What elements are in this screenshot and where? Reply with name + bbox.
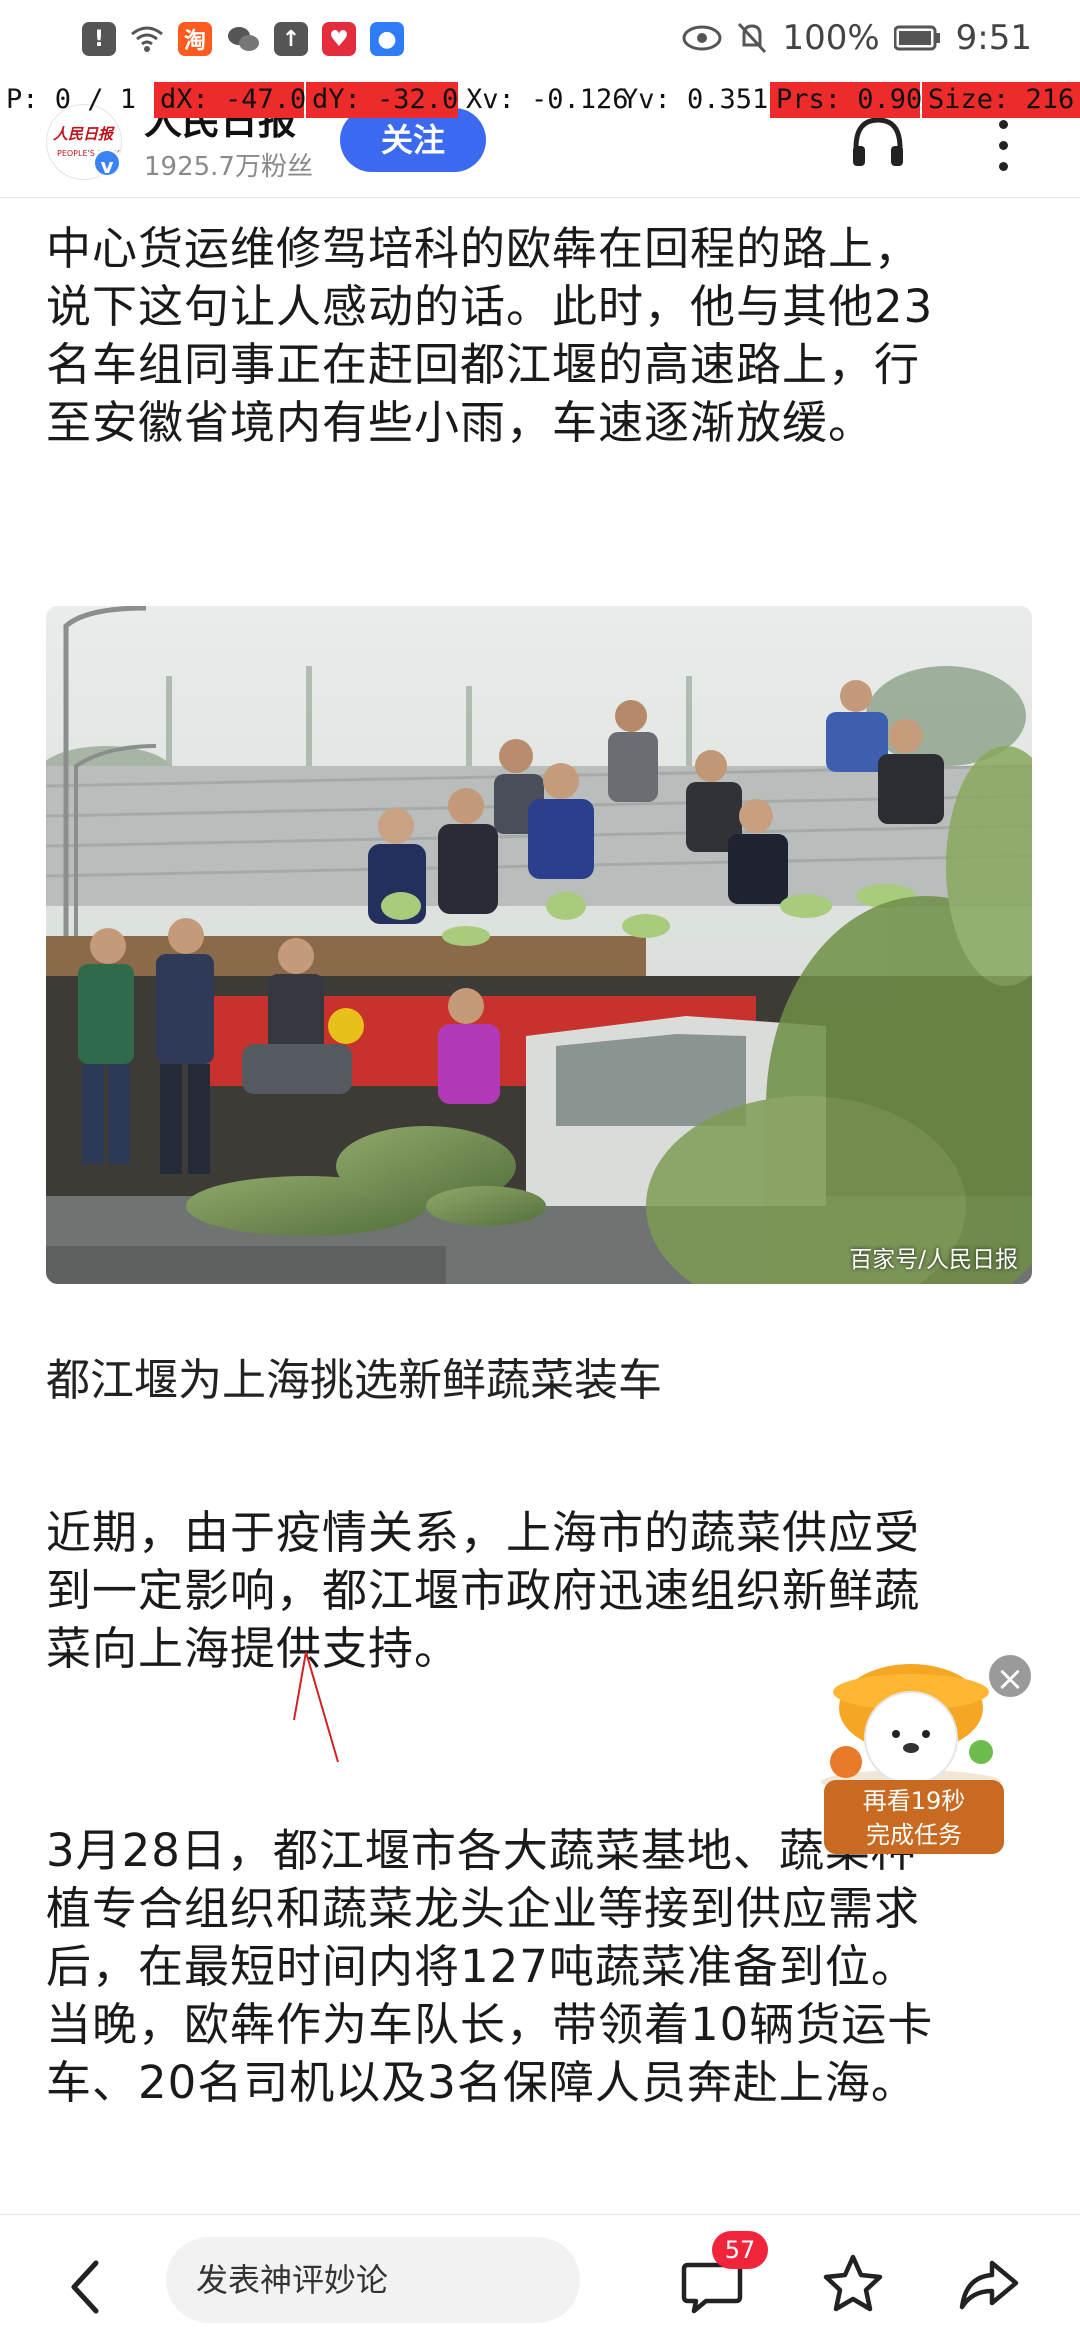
paragraph-line: 车、20名司机以及3名保障人员奔赴上海。 [46, 2056, 917, 2109]
task-countdown-line1: 再看19秒 [862, 1787, 966, 1815]
pointer-count: P: 0 / 1 [6, 84, 137, 115]
pointer-yv: Yv: 0.351 [622, 84, 769, 115]
comment-count-badge: 57 [712, 2231, 768, 2269]
article-paragraph-1: 中心货运维修驾培科的欧犇在回程的路上， 说下这句让人感动的话。此时，他与其他23… [46, 220, 1036, 452]
mute-bell-icon [738, 22, 767, 54]
article-photo[interactable]: 百家号/人民日报 [46, 606, 1032, 1284]
wifi-question-icon [130, 22, 164, 56]
headphones-icon[interactable] [848, 112, 908, 172]
upload-icon: ↑ [274, 22, 308, 56]
paragraph-line: 名车组同事正在赶回都江堰的高速路上，行 [46, 338, 921, 391]
close-task-icon[interactable]: × [986, 1652, 1034, 1700]
more-options-icon[interactable] [988, 114, 1018, 174]
photo-credit: 百家号/人民日报 [849, 1247, 1018, 1273]
wechat-icon [226, 22, 260, 56]
fan-count: 1925.7万粉丝 [144, 152, 313, 182]
verified-badge-icon: v [92, 148, 122, 178]
pointer-dy: dY: -32.0 [306, 82, 458, 118]
pointer-dx: dX: -47.0 [154, 82, 306, 118]
back-arrow-icon[interactable] [66, 2259, 106, 2315]
pointer-size: Size: 216.0 [922, 82, 1080, 118]
logo-text: 人民日报 [53, 125, 114, 143]
task-countdown-label[interactable]: 再看19秒 完成任务 [824, 1780, 1004, 1854]
paragraph-line: 到一定影响，都江堰市政府迅速组织新鲜蔬 [46, 1564, 921, 1617]
eye-icon [682, 25, 722, 51]
favorite-star-icon[interactable] [822, 2253, 884, 2313]
heart-app-icon: ♥ [322, 22, 356, 56]
notification-icons: ! 淘 ↑ ♥ ● [82, 22, 404, 56]
comment-input[interactable]: 发表神评妙论 [166, 2237, 580, 2323]
paragraph-line: 当晚，欧犇作为车队长，带领着10辆货运卡 [46, 1998, 934, 2051]
paragraph-line: 后，在最短时间内将127吨蔬菜准备到位。 [46, 1940, 917, 1993]
touch-trace [293, 1651, 339, 1763]
pointer-pressure: Prs: 0.90 [770, 82, 922, 118]
photo-caption: 都江堰为上海挑选新鲜蔬菜装车 [46, 1355, 662, 1406]
alert-icon: ! [82, 22, 116, 56]
paragraph-line: 说下这句让人感动的话。此时，他与其他23 [46, 280, 934, 333]
battery-percent: 100% [782, 18, 880, 58]
paragraph-line: 植专合组织和蔬菜龙头企业等接到供应需求 [46, 1882, 921, 1935]
system-status: 100% 9:51 [682, 18, 1032, 58]
pointer-xv: Xv: -0.126 [466, 84, 629, 115]
bulb-app-icon: ● [370, 22, 404, 56]
clock: 9:51 [955, 18, 1032, 58]
paragraph-line: 中心货运维修驾培科的欧犇在回程的路上， [46, 222, 921, 275]
battery-icon [893, 25, 940, 51]
polar-bear-mascot-icon [821, 1664, 1001, 1794]
article-paragraph-3: 3月28日，都江堰市各大蔬菜基地、蔬菜种 植专合组织和蔬菜龙头企业等接到供应需求… [46, 1822, 1036, 2112]
status-bar: ! 淘 ↑ ♥ ● 100% 9:51 [0, 0, 1080, 82]
bottom-action-bar: 发表神评妙论 57 [0, 2214, 1080, 2340]
taobao-icon: 淘 [178, 22, 212, 56]
paragraph-line: 近期，由于疫情关系，上海市的蔬菜供应受 [46, 1506, 921, 1559]
share-arrow-icon[interactable] [958, 2257, 1020, 2313]
paragraph-line: 至安徽省境内有些小雨，车速逐渐放缓。 [46, 396, 875, 449]
pointer-location-overlay: P: 0 / 1 dX: -47.0 dY: -32.0 Xv: -0.126 … [0, 82, 1080, 118]
task-countdown-line2: 完成任务 [866, 1821, 962, 1849]
